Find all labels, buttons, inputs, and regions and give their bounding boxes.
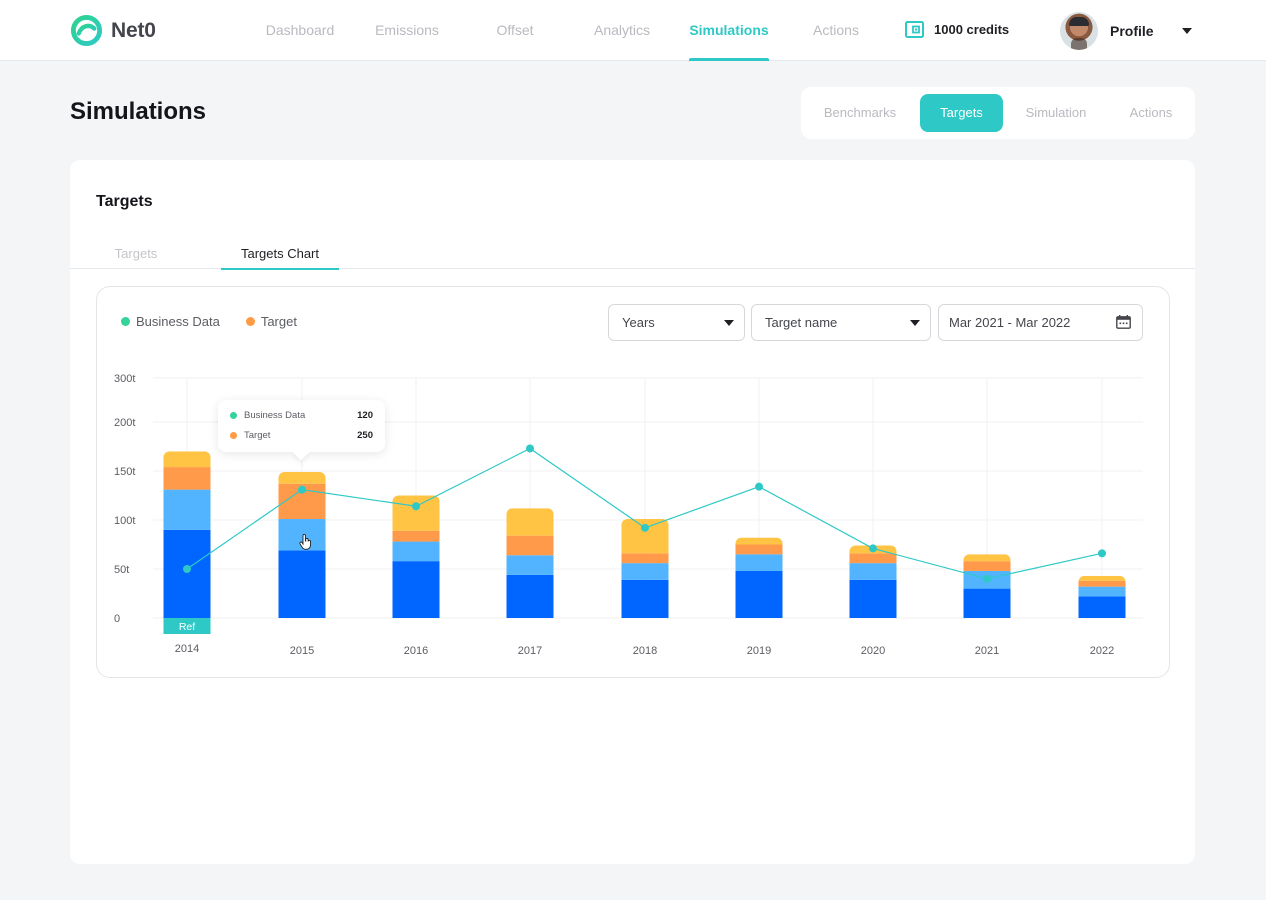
bar-segment-1[interactable] xyxy=(278,550,326,618)
legend-label: Target xyxy=(260,314,297,329)
bar-segment-4[interactable] xyxy=(278,471,326,484)
bar-segment-4[interactable] xyxy=(963,554,1011,562)
bar-segment-1[interactable] xyxy=(735,570,783,618)
hand-pointer-cursor-icon xyxy=(299,534,311,550)
bar-segment-2[interactable] xyxy=(963,570,1011,589)
tooltip-value: 250 xyxy=(357,430,373,441)
reference-badge xyxy=(163,618,211,634)
bar-segment-3[interactable] xyxy=(506,535,554,556)
bar-segment-3[interactable] xyxy=(163,467,211,490)
calendar-icon[interactable] xyxy=(1116,315,1131,329)
card-tabs: Targets Targets Chart xyxy=(70,240,1195,270)
nav-item-offset[interactable]: Offset xyxy=(487,0,543,61)
targets-card: Targets Targets Targets Chart Business D… xyxy=(70,160,1195,864)
bar-stack-2022[interactable] xyxy=(1078,575,1126,618)
top-navigation-bar: Net0 Dashboard Emissions Offset Analytic… xyxy=(0,0,1266,61)
segment-benchmarks[interactable]: Benchmarks xyxy=(811,94,909,132)
profile-menu[interactable]: Profile xyxy=(1060,12,1192,50)
tooltip-row-target: Target 250 xyxy=(230,430,373,441)
bar-segment-3[interactable] xyxy=(849,553,897,564)
tab-targets-chart[interactable]: Targets Chart xyxy=(221,246,339,270)
tooltip-dot xyxy=(230,432,237,439)
target-name-select[interactable]: Target name xyxy=(751,304,931,341)
nav-item-simulations[interactable]: Simulations xyxy=(689,0,769,61)
bar-segment-4[interactable] xyxy=(1078,575,1126,581)
chevron-down-icon xyxy=(910,320,920,326)
bar-stack-2021[interactable] xyxy=(963,554,1011,618)
credits-label: 1000 credits xyxy=(934,22,1010,37)
bar-segment-4[interactable] xyxy=(621,519,669,554)
tooltip-label: Target xyxy=(244,430,271,441)
bar-stack-2014[interactable] xyxy=(163,451,211,634)
brand-logo[interactable]: Net0 xyxy=(70,14,156,47)
legend-item-target[interactable]: Target xyxy=(245,314,297,329)
bar-segment-1[interactable] xyxy=(163,529,211,618)
chevron-down-icon xyxy=(1181,28,1192,34)
card-title: Targets xyxy=(96,193,153,210)
net0-logo-icon xyxy=(70,14,103,47)
bar-segment-4[interactable] xyxy=(392,495,440,531)
tab-targets[interactable]: Targets xyxy=(101,246,171,269)
tooltip-dot xyxy=(230,412,237,419)
chevron-down-icon xyxy=(724,320,734,326)
bar-segment-2[interactable] xyxy=(735,554,783,571)
bar-segment-2[interactable] xyxy=(849,563,897,580)
legend-label: Business Data xyxy=(136,314,220,329)
bar-segment-1[interactable] xyxy=(1078,596,1126,618)
bar-segment-3[interactable] xyxy=(278,483,326,520)
bar-stack-2019[interactable] xyxy=(735,537,783,618)
brand-name: Net0 xyxy=(111,18,156,42)
period-select[interactable]: Years xyxy=(608,304,745,341)
bar-segment-3[interactable] xyxy=(392,530,440,542)
nav-item-dashboard[interactable]: Dashboard xyxy=(256,0,344,61)
date-range-value: Mar 2021 - Mar 2022 xyxy=(949,315,1071,330)
bar-segment-4[interactable] xyxy=(506,508,554,536)
chart-container: Business Data Target Years Target name M… xyxy=(96,286,1170,678)
tooltip-label: Business Data xyxy=(244,410,306,421)
period-select-value: Years xyxy=(622,315,655,330)
legend-dot xyxy=(245,317,255,326)
bar-segment-1[interactable] xyxy=(392,561,440,618)
wallet-icon xyxy=(905,21,924,38)
tooltip-value: 120 xyxy=(357,410,373,421)
bar-segment-1[interactable] xyxy=(963,588,1011,618)
legend-item-business-data[interactable]: Business Data xyxy=(121,314,220,329)
bar-segment-4[interactable] xyxy=(735,537,783,545)
credits-balance[interactable]: 1000 credits xyxy=(905,21,1009,38)
segment-targets[interactable]: Targets xyxy=(920,94,1003,132)
bar-segment-4[interactable] xyxy=(163,451,211,468)
bar-segment-1[interactable] xyxy=(621,579,669,618)
nav-item-analytics[interactable]: Analytics xyxy=(588,0,656,61)
bar-segment-3[interactable] xyxy=(963,561,1011,571)
chart-legend: Business Data Target xyxy=(121,314,297,329)
bar-segment-3[interactable] xyxy=(621,553,669,564)
date-range-picker[interactable]: Mar 2021 - Mar 2022 xyxy=(938,304,1143,341)
bar-segment-1[interactable] xyxy=(506,574,554,618)
segment-simulation[interactable]: Simulation xyxy=(1013,94,1099,132)
segment-actions[interactable]: Actions xyxy=(1114,94,1188,132)
page-title: Simulations xyxy=(70,98,207,125)
chart-tooltip: Business Data 120 Target 250 xyxy=(218,400,385,452)
section-switcher: Benchmarks Targets Simulation Actions xyxy=(801,87,1195,139)
bar-segment-3[interactable] xyxy=(1078,580,1126,587)
bar-segment-2[interactable] xyxy=(1078,586,1126,597)
bar-segment-2[interactable] xyxy=(506,555,554,575)
bar-stack-2018[interactable] xyxy=(621,519,669,618)
target-name-select-value: Target name xyxy=(765,315,838,330)
bar-segment-2[interactable] xyxy=(392,541,440,562)
bar-segment-4[interactable] xyxy=(849,545,897,554)
nav-item-actions[interactable]: Actions xyxy=(806,0,866,61)
nav-item-emissions[interactable]: Emissions xyxy=(370,0,444,61)
bar-stack-2017[interactable] xyxy=(506,508,554,618)
bar-stack-2020[interactable] xyxy=(849,545,897,618)
legend-dot xyxy=(121,317,130,326)
bar-segment-2[interactable] xyxy=(163,489,211,530)
bar-segment-2[interactable] xyxy=(621,563,669,580)
bar-stack-2016[interactable] xyxy=(392,495,440,619)
bar-segment-1[interactable] xyxy=(849,579,897,618)
profile-label: Profile xyxy=(1110,23,1154,39)
bar-segment-3[interactable] xyxy=(735,544,783,555)
avatar xyxy=(1060,12,1098,50)
tooltip-row-business-data: Business Data 120 xyxy=(230,410,373,421)
